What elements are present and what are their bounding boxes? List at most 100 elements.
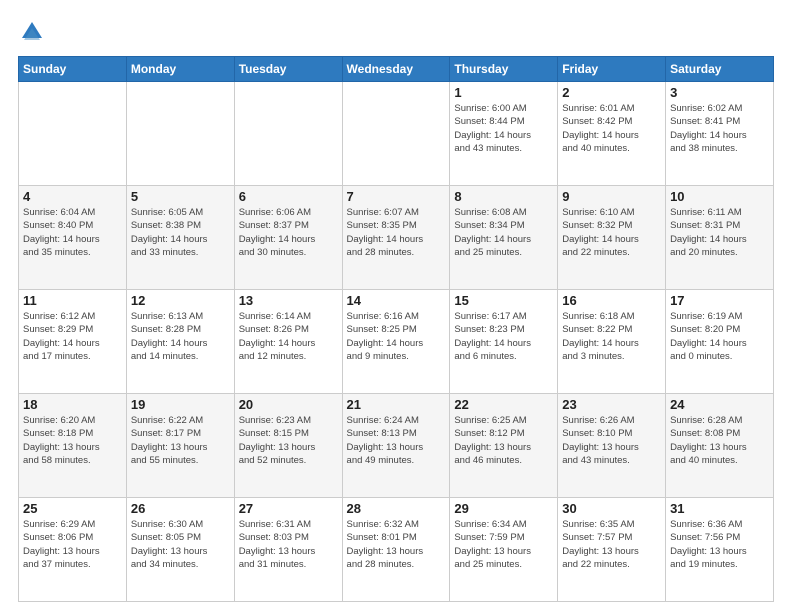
day-info: Sunrise: 6:23 AM Sunset: 8:15 PM Dayligh…	[239, 414, 338, 467]
calendar-cell: 2 Sunrise: 6:01 AM Sunset: 8:42 PM Daylig…	[558, 82, 666, 186]
day-number: 24	[670, 397, 769, 412]
calendar-cell: 16Sunrise: 6:18 AM Sunset: 8:22 PM Dayli…	[558, 290, 666, 394]
day-info: Sunrise: 6:25 AM Sunset: 8:12 PM Dayligh…	[454, 414, 553, 467]
weekday-header-friday: Friday	[558, 57, 666, 82]
day-number: 6	[239, 189, 338, 204]
day-info: Sunrise: 6:20 AM Sunset: 8:18 PM Dayligh…	[23, 414, 122, 467]
day-info: Sunrise: 6:30 AM Sunset: 8:05 PM Dayligh…	[131, 518, 230, 571]
weekday-header-wednesday: Wednesday	[342, 57, 450, 82]
day-number: 23	[562, 397, 661, 412]
day-info: Sunrise: 6:34 AM Sunset: 7:59 PM Dayligh…	[454, 518, 553, 571]
calendar-cell: 12 Sunrise: 6:13 AM Sunset: 8:28 PM Dayli…	[126, 290, 234, 394]
calendar-cell: 17 Sunrise: 6:19 AM Sunset: 8:20 PM Dayli…	[666, 290, 774, 394]
day-info: Sunrise: 6:31 AM Sunset: 8:03 PM Dayligh…	[239, 518, 338, 571]
calendar-cell: 19 Sunrise: 6:22 AM Sunset: 8:17 PM Dayli…	[126, 394, 234, 498]
day-number: 20	[239, 397, 338, 412]
calendar-cell: 18Sunrise: 6:20 AM Sunset: 8:18 PM Dayli…	[19, 394, 127, 498]
header	[18, 18, 774, 46]
day-info: Sunrise: 6:05 AM Sunset: 8:38 PM Dayligh…	[131, 206, 230, 259]
calendar-cell: 20 Sunrise: 6:23 AM Sunset: 8:15 PM Dayli…	[234, 394, 342, 498]
day-info: Sunrise: 6:01 AM Sunset: 8:42 PM Dayligh…	[562, 102, 661, 155]
day-number: 11	[23, 293, 122, 308]
weekday-header-thursday: Thursday	[450, 57, 558, 82]
calendar-cell: 1 Sunrise: 6:00 AM Sunset: 8:44 PM Daylig…	[450, 82, 558, 186]
day-number: 27	[239, 501, 338, 516]
calendar-cell: 13 Sunrise: 6:14 AM Sunset: 8:26 PM Dayli…	[234, 290, 342, 394]
calendar-cell: 15Sunrise: 6:17 AM Sunset: 8:23 PM Dayli…	[450, 290, 558, 394]
day-info: Sunrise: 6:10 AM Sunset: 8:32 PM Dayligh…	[562, 206, 661, 259]
day-info: Sunrise: 6:02 AM Sunset: 8:41 PM Dayligh…	[670, 102, 769, 155]
weekday-header-saturday: Saturday	[666, 57, 774, 82]
calendar-cell: 11 Sunrise: 6:12 AM Sunset: 8:29 PM Dayli…	[19, 290, 127, 394]
day-info: Sunrise: 6:19 AM Sunset: 8:20 PM Dayligh…	[670, 310, 769, 363]
day-number: 3	[670, 85, 769, 100]
logo	[18, 18, 50, 46]
calendar-cell: 26Sunrise: 6:30 AM Sunset: 8:05 PM Dayli…	[126, 498, 234, 602]
calendar-cell: 24 Sunrise: 6:28 AM Sunset: 8:08 PM Dayli…	[666, 394, 774, 498]
day-number: 25	[23, 501, 122, 516]
day-info: Sunrise: 6:35 AM Sunset: 7:57 PM Dayligh…	[562, 518, 661, 571]
calendar-cell	[234, 82, 342, 186]
day-info: Sunrise: 6:14 AM Sunset: 8:26 PM Dayligh…	[239, 310, 338, 363]
day-number: 21	[347, 397, 446, 412]
calendar-week-3: 11 Sunrise: 6:12 AM Sunset: 8:29 PM Dayli…	[19, 290, 774, 394]
calendar-week-1: 1 Sunrise: 6:00 AM Sunset: 8:44 PM Daylig…	[19, 82, 774, 186]
calendar-cell	[19, 82, 127, 186]
day-info: Sunrise: 6:07 AM Sunset: 8:35 PM Dayligh…	[347, 206, 446, 259]
day-info: Sunrise: 6:04 AM Sunset: 8:40 PM Dayligh…	[23, 206, 122, 259]
day-info: Sunrise: 6:00 AM Sunset: 8:44 PM Dayligh…	[454, 102, 553, 155]
day-number: 16	[562, 293, 661, 308]
calendar-cell: 6 Sunrise: 6:06 AM Sunset: 8:37 PM Daylig…	[234, 186, 342, 290]
page: SundayMondayTuesdayWednesdayThursdayFrid…	[0, 0, 792, 612]
calendar-table: SundayMondayTuesdayWednesdayThursdayFrid…	[18, 56, 774, 602]
calendar-cell: 4 Sunrise: 6:04 AM Sunset: 8:40 PM Daylig…	[19, 186, 127, 290]
calendar-cell: 5Sunrise: 6:05 AM Sunset: 8:38 PM Daylig…	[126, 186, 234, 290]
day-info: Sunrise: 6:24 AM Sunset: 8:13 PM Dayligh…	[347, 414, 446, 467]
day-info: Sunrise: 6:08 AM Sunset: 8:34 PM Dayligh…	[454, 206, 553, 259]
day-number: 10	[670, 189, 769, 204]
weekday-header-tuesday: Tuesday	[234, 57, 342, 82]
day-info: Sunrise: 6:26 AM Sunset: 8:10 PM Dayligh…	[562, 414, 661, 467]
calendar-cell: 23 Sunrise: 6:26 AM Sunset: 8:10 PM Dayli…	[558, 394, 666, 498]
day-info: Sunrise: 6:32 AM Sunset: 8:01 PM Dayligh…	[347, 518, 446, 571]
day-number: 17	[670, 293, 769, 308]
day-number: 28	[347, 501, 446, 516]
day-number: 13	[239, 293, 338, 308]
day-number: 7	[347, 189, 446, 204]
day-info: Sunrise: 6:12 AM Sunset: 8:29 PM Dayligh…	[23, 310, 122, 363]
weekday-header-sunday: Sunday	[19, 57, 127, 82]
calendar-cell: 14 Sunrise: 6:16 AM Sunset: 8:25 PM Dayli…	[342, 290, 450, 394]
day-number: 8	[454, 189, 553, 204]
day-info: Sunrise: 6:28 AM Sunset: 8:08 PM Dayligh…	[670, 414, 769, 467]
day-number: 19	[131, 397, 230, 412]
calendar-cell: 28 Sunrise: 6:32 AM Sunset: 8:01 PM Dayli…	[342, 498, 450, 602]
day-number: 12	[131, 293, 230, 308]
day-number: 22	[454, 397, 553, 412]
day-info: Sunrise: 6:22 AM Sunset: 8:17 PM Dayligh…	[131, 414, 230, 467]
calendar-cell: 29 Sunrise: 6:34 AM Sunset: 7:59 PM Dayli…	[450, 498, 558, 602]
day-number: 31	[670, 501, 769, 516]
calendar-cell: 7 Sunrise: 6:07 AM Sunset: 8:35 PM Daylig…	[342, 186, 450, 290]
day-number: 1	[454, 85, 553, 100]
day-number: 30	[562, 501, 661, 516]
logo-icon	[18, 18, 46, 46]
day-number: 14	[347, 293, 446, 308]
day-number: 29	[454, 501, 553, 516]
day-info: Sunrise: 6:13 AM Sunset: 8:28 PM Dayligh…	[131, 310, 230, 363]
calendar-cell: 30 Sunrise: 6:35 AM Sunset: 7:57 PM Dayli…	[558, 498, 666, 602]
day-info: Sunrise: 6:06 AM Sunset: 8:37 PM Dayligh…	[239, 206, 338, 259]
calendar-cell	[126, 82, 234, 186]
calendar-cell: 9 Sunrise: 6:10 AM Sunset: 8:32 PM Daylig…	[558, 186, 666, 290]
day-number: 4	[23, 189, 122, 204]
calendar-cell: 22 Sunrise: 6:25 AM Sunset: 8:12 PM Dayli…	[450, 394, 558, 498]
calendar-cell: 3 Sunrise: 6:02 AM Sunset: 8:41 PM Daylig…	[666, 82, 774, 186]
day-info: Sunrise: 6:36 AM Sunset: 7:56 PM Dayligh…	[670, 518, 769, 571]
calendar-cell: 25Sunrise: 6:29 AM Sunset: 8:06 PM Dayli…	[19, 498, 127, 602]
day-info: Sunrise: 6:16 AM Sunset: 8:25 PM Dayligh…	[347, 310, 446, 363]
day-number: 2	[562, 85, 661, 100]
calendar-week-5: 25Sunrise: 6:29 AM Sunset: 8:06 PM Dayli…	[19, 498, 774, 602]
weekday-header-monday: Monday	[126, 57, 234, 82]
calendar-cell: 10Sunrise: 6:11 AM Sunset: 8:31 PM Dayli…	[666, 186, 774, 290]
day-number: 9	[562, 189, 661, 204]
calendar-week-2: 4 Sunrise: 6:04 AM Sunset: 8:40 PM Daylig…	[19, 186, 774, 290]
